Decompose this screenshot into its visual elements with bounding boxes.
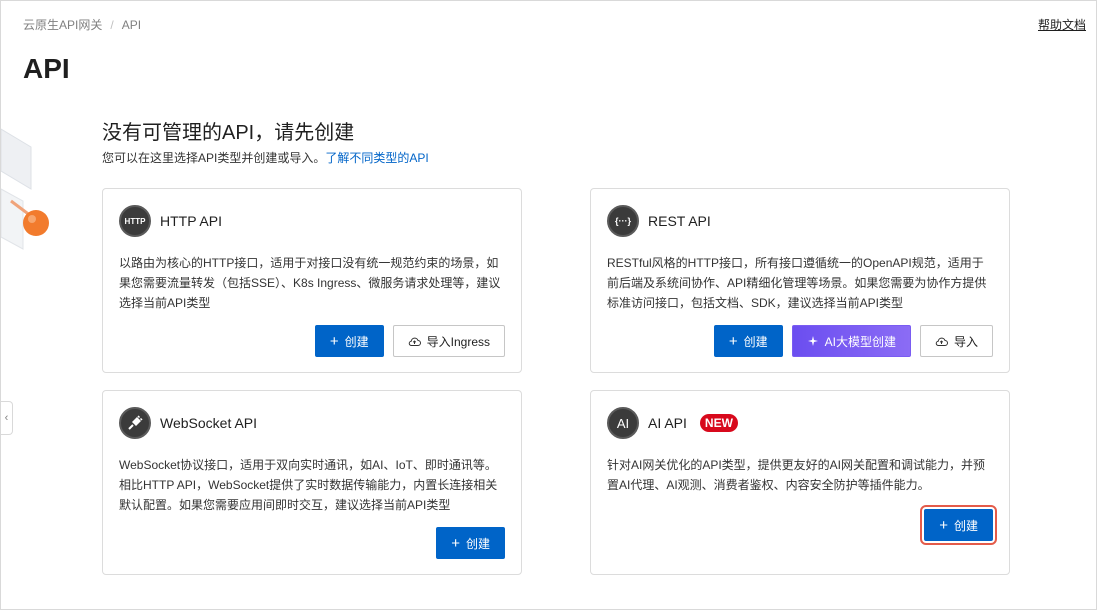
http-create-button[interactable]: + 创建 [314, 325, 384, 357]
card-header: AI AI API NEW [607, 407, 738, 439]
card-title: REST API [648, 213, 711, 229]
ai-icon: AI [607, 407, 639, 439]
button-label: 创建 [465, 536, 490, 551]
plus-icon: + [451, 534, 460, 552]
learn-api-types-link[interactable]: 了解不同类型的API [325, 151, 428, 165]
card-header: HTTP HTTP API [119, 205, 222, 237]
card-actions: + 创建 [436, 527, 505, 559]
button-label: 导入 [953, 334, 978, 349]
button-label: 创建 [344, 334, 369, 349]
card-description: 针对AI网关优化的API类型，提供更友好的AI网关配置和调试能力，并预置AI代理… [607, 458, 986, 492]
breadcrumb-parent[interactable]: 云原生API网关 [23, 16, 102, 33]
rest-api-card: {···} REST API RESTful风格的HTTP接口，所有接口遵循统一… [590, 188, 1010, 373]
cloud-upload-icon [935, 337, 948, 346]
button-label: 创建 [953, 518, 978, 533]
app-frame: 云原生API网关 / API 帮助文档 API ‹ 没有可管理的API，请先创建… [0, 0, 1097, 610]
chevron-left-icon: ‹ [4, 412, 9, 424]
empty-state-text: 您可以在这里选择API类型并创建或导入。 [102, 151, 326, 165]
page-title: API [23, 53, 70, 84]
ai-api-card: AI AI API NEW 针对AI网关优化的API类型，提供更友好的AI网关配… [590, 390, 1010, 575]
breadcrumb: 云原生API网关 / API [23, 16, 141, 33]
http-api-card: HTTP HTTP API 以路由为核心的HTTP接口，适用于对接口没有统一规范… [102, 188, 522, 373]
sparkle-icon [807, 336, 818, 346]
breadcrumb-current: API [121, 17, 142, 32]
plus-icon: + [728, 332, 738, 350]
collapse-sidebar-button[interactable]: ‹ [1, 401, 13, 435]
button-label: AI大模型创建 [824, 334, 896, 349]
button-label: 导入Ingress [426, 334, 490, 349]
http-icon: HTTP [119, 205, 151, 237]
cloud-upload-icon [408, 337, 421, 346]
import-ingress-button[interactable]: 导入Ingress [392, 325, 505, 357]
ai-create-button[interactable]: + 创建 [920, 505, 997, 545]
card-header: {···} REST API [607, 205, 711, 237]
card-title: WebSocket API [160, 415, 258, 431]
card-title: HTTP API [160, 213, 222, 229]
card-title: AI API [648, 415, 687, 431]
plus-icon: + [329, 332, 339, 350]
plus-icon: + [939, 516, 948, 534]
plug-icon [119, 407, 151, 439]
http-icon-text: HTTP [124, 216, 146, 226]
empty-state-title: 没有可管理的API，请先创建 [102, 122, 355, 144]
card-description: RESTful风格的HTTP接口，所有接口遵循统一的OpenAPI规范，适用于前… [607, 256, 987, 310]
decoration-illustration [1, 128, 49, 250]
help-docs-link[interactable]: 帮助文档 [1038, 16, 1086, 33]
rest-icon: {···} [607, 205, 639, 237]
card-actions: + 创建 AI大模型创建 导入 [713, 325, 993, 357]
ai-model-create-button[interactable]: AI大模型创建 [791, 325, 911, 357]
rest-import-button[interactable]: 导入 [919, 325, 993, 357]
card-description: WebSocket协议接口，适用于双向实时通讯，如AI、IoT、即时通讯等。相比… [119, 458, 498, 512]
rest-icon-text: {···} [615, 216, 631, 226]
card-header: WebSocket API [119, 407, 257, 439]
breadcrumb-separator: / [110, 17, 114, 32]
card-actions: + 创建 [920, 505, 997, 545]
websocket-create-button[interactable]: + 创建 [436, 527, 505, 559]
empty-state-description: 您可以在这里选择API类型并创建或导入。了解不同类型的API [102, 149, 429, 166]
websocket-api-card: WebSocket API WebSocket协议接口，适用于双向实时通讯，如A… [102, 390, 522, 575]
button-label: 创建 [743, 334, 768, 349]
ai-icon-text: AI [616, 415, 630, 431]
rest-create-button[interactable]: + 创建 [713, 325, 783, 357]
card-actions: + 创建 导入Ingress [314, 325, 505, 357]
new-badge: NEW [699, 414, 738, 432]
card-description: 以路由为核心的HTTP接口，适用于对接口没有统一规范约束的场景，如果您需要流量转… [119, 256, 501, 310]
